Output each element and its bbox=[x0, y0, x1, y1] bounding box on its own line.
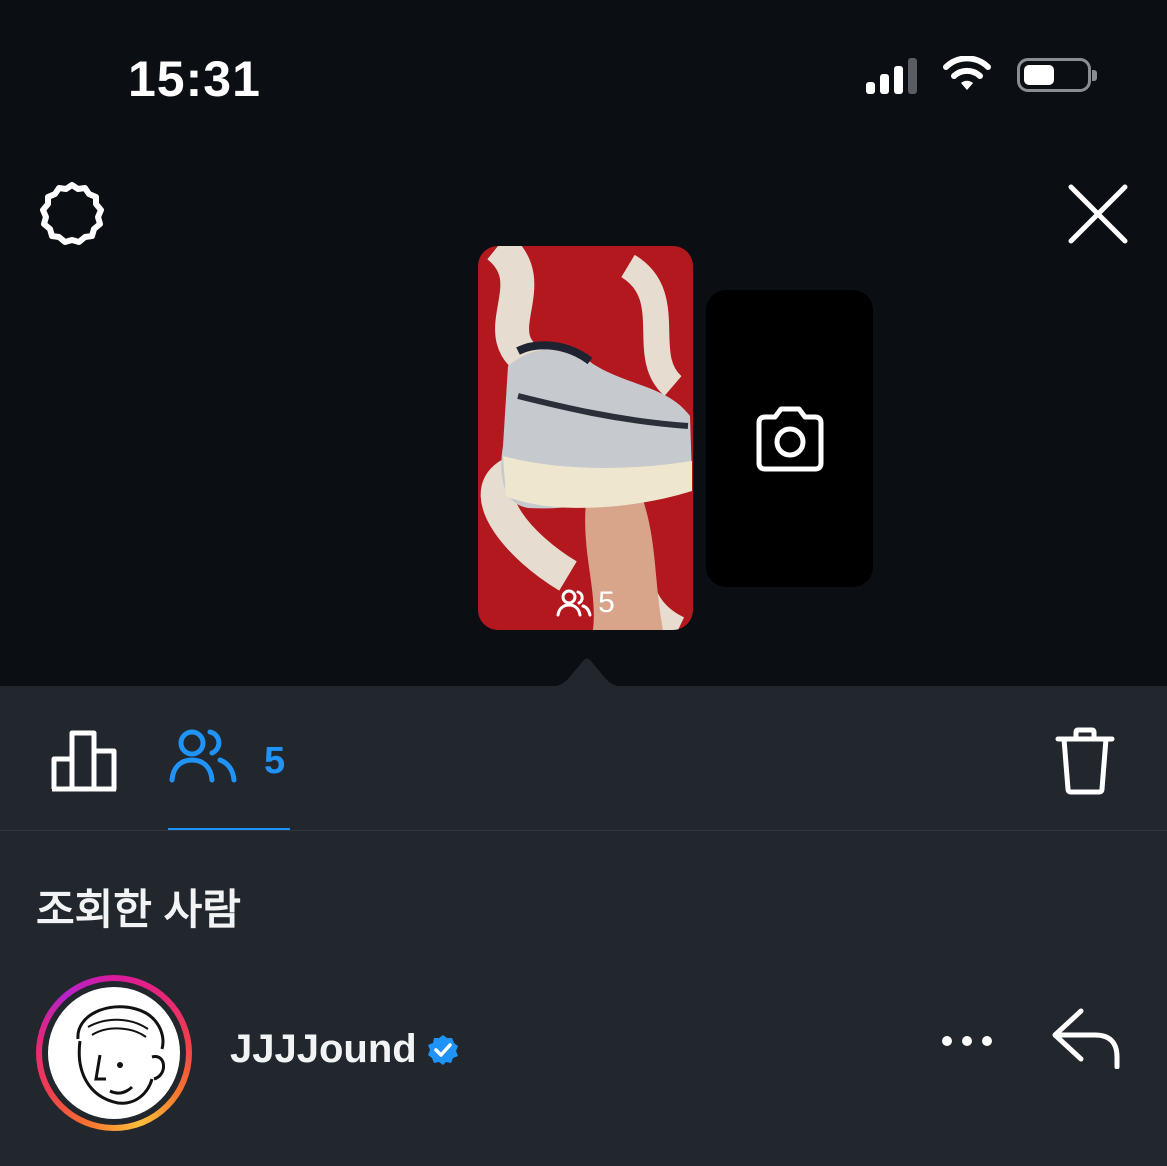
status-icons bbox=[866, 56, 1097, 94]
settings-button[interactable] bbox=[36, 178, 108, 250]
bar-chart-icon bbox=[51, 730, 117, 792]
story-image bbox=[478, 246, 693, 630]
reply-button[interactable] bbox=[1048, 1005, 1124, 1071]
tab-insights[interactable] bbox=[48, 728, 120, 794]
viewers-count: 5 bbox=[264, 740, 286, 782]
story-header-area: 15:31 5 bbox=[0, 0, 1167, 687]
add-story-camera-card[interactable] bbox=[706, 290, 873, 587]
status-time: 15:31 bbox=[128, 51, 261, 107]
viewers-icon bbox=[169, 729, 237, 783]
reply-icon bbox=[1052, 1008, 1120, 1069]
story-viewer-count: 5 bbox=[598, 586, 615, 619]
panel-tabs: 5 bbox=[0, 686, 1167, 831]
section-title: 조회한 사람 bbox=[36, 886, 241, 933]
viewer-username-group[interactable]: JJJJound bbox=[230, 1027, 459, 1072]
avatar[interactable] bbox=[36, 975, 192, 1131]
active-tab-indicator bbox=[168, 828, 290, 830]
camera-icon bbox=[756, 406, 823, 471]
tab-viewers[interactable]: 5 bbox=[168, 726, 290, 830]
more-options-button[interactable] bbox=[936, 1019, 998, 1063]
settings-icon bbox=[40, 182, 104, 245]
close-button[interactable] bbox=[1066, 182, 1130, 246]
signal-icon bbox=[866, 56, 917, 94]
battery-icon bbox=[1017, 58, 1097, 92]
avatar-image bbox=[76, 1005, 165, 1105]
viewer-row[interactable]: JJJJound bbox=[0, 971, 1167, 1131]
story-thumbnail[interactable]: 5 bbox=[478, 246, 693, 630]
viewers-panel: 5 조회한 사람 JJJJound bbox=[0, 686, 1167, 1166]
wifi-icon bbox=[943, 56, 991, 90]
close-icon bbox=[1068, 184, 1128, 244]
delete-button[interactable] bbox=[1052, 726, 1118, 796]
more-icon bbox=[942, 1036, 992, 1046]
story-viewer-badge: 5 bbox=[478, 586, 693, 620]
viewers-icon bbox=[556, 589, 592, 617]
viewer-username[interactable]: JJJJound bbox=[230, 1027, 417, 1072]
verified-icon bbox=[427, 1034, 458, 1065]
trash-icon bbox=[1055, 727, 1115, 795]
panel-pointer bbox=[550, 658, 624, 687]
